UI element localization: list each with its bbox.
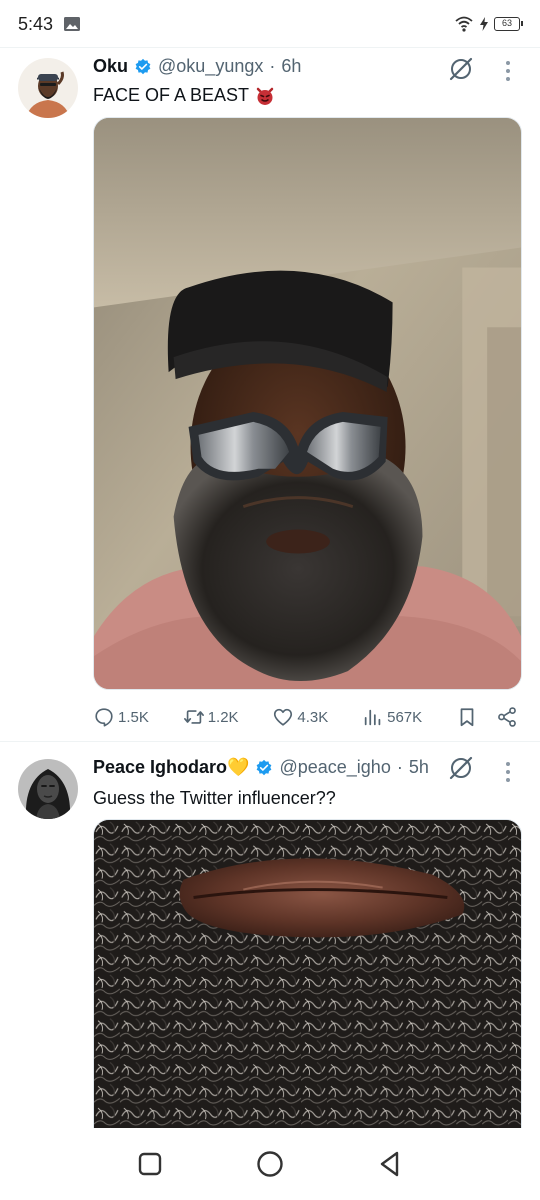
avatar[interactable] [18, 58, 78, 118]
more-icon[interactable] [498, 759, 518, 785]
tweet-text: Guess the Twitter influencer?? [93, 788, 336, 809]
tweet-text-content: Guess the Twitter influencer?? [93, 788, 336, 808]
wifi-icon [455, 16, 473, 32]
reply-button[interactable]: 1.5K [93, 706, 149, 728]
separator: · [269, 56, 276, 76]
handle[interactable]: @oku_yungx [158, 56, 263, 77]
views-button[interactable]: 567K [362, 706, 422, 728]
reply-count: 1.5K [118, 708, 149, 726]
status-time: 5:43 [18, 13, 54, 34]
views-icon [364, 709, 381, 726]
home-button[interactable] [250, 1144, 290, 1184]
bookmark-icon[interactable] [456, 706, 478, 728]
home-icon [257, 1151, 283, 1177]
tweet-text-content: FACE OF A BEAST [93, 85, 250, 105]
avatar[interactable] [18, 759, 78, 819]
recents-icon [138, 1152, 162, 1176]
tweet-header: Oku @oku_yungx · 6h [93, 56, 480, 77]
timestamp[interactable]: 5h [409, 757, 429, 778]
tweet[interactable]: Peace Ighodaro💛 @peace_igho · 5h Guess t… [0, 743, 540, 1128]
charging-icon [480, 17, 488, 31]
reply-icon [95, 708, 113, 727]
like-button[interactable]: 4.3K [272, 706, 328, 728]
battery-icon: 63 [494, 17, 523, 31]
status-left: 5:43 [18, 14, 81, 35]
tweet-header: Peace Ighodaro💛 @peace_igho · 5h [93, 757, 480, 778]
tweet-image[interactable] [93, 819, 522, 1128]
like-icon [274, 708, 293, 726]
grok-icon[interactable] [448, 56, 474, 82]
tweet-actions: 1.5K 1.2K 4.3K 567K [93, 703, 518, 731]
gallery-icon [64, 17, 81, 31]
grok-icon[interactable] [448, 755, 474, 781]
more-icon[interactable] [498, 58, 518, 84]
repost-count: 1.2K [207, 708, 239, 726]
verified-icon [257, 759, 272, 775]
views-count: 567K [387, 708, 423, 726]
system-nav-bar [0, 1128, 540, 1200]
status-bar: 5:43 63 [0, 0, 540, 48]
recents-button[interactable] [130, 1144, 170, 1184]
separator: · [396, 757, 403, 777]
tweet-image[interactable] [93, 117, 522, 690]
tweet-text: FACE OF A BEAST [93, 85, 275, 106]
timestamp[interactable]: 6h [281, 56, 301, 77]
tweet[interactable]: Oku @oku_yungx · 6h FACE OF A BEAST 1.5K… [0, 48, 540, 742]
display-name[interactable]: Oku [93, 56, 128, 77]
repost-icon [183, 710, 204, 724]
display-name[interactable]: Peace Ighodaro💛 [93, 757, 249, 778]
back-icon [380, 1151, 399, 1177]
handle[interactable]: @peace_igho [279, 757, 390, 778]
status-right: 63 [454, 15, 523, 33]
verified-icon [135, 58, 151, 74]
share-icon[interactable] [496, 706, 518, 728]
devil-emoji-icon [256, 87, 274, 105]
back-button[interactable] [370, 1144, 410, 1184]
repost-button[interactable]: 1.2K [183, 706, 239, 728]
action-icons-right [456, 706, 518, 728]
like-count: 4.3K [297, 708, 329, 726]
